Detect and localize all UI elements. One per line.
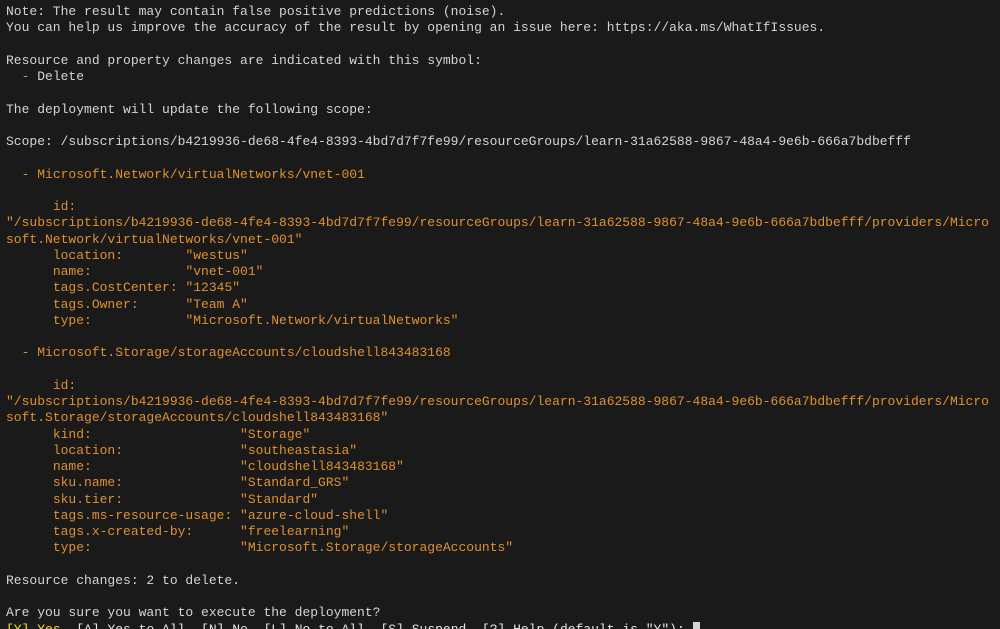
opt-s-label[interactable]: Suspend — [412, 622, 467, 629]
res1-p1-k: location: — [6, 443, 240, 458]
res1-p3-k: sku.name: — [6, 475, 240, 490]
opt-l-label[interactable]: No to All — [295, 622, 365, 629]
res0-p1-k: name: — [6, 264, 185, 279]
delete-label: Delete — [37, 69, 84, 84]
opt-s-key[interactable]: [S] — [365, 622, 412, 629]
res0-p0-v: "westus" — [185, 248, 247, 263]
opt-n-key[interactable]: [N] — [185, 622, 232, 629]
res1-p4-k: sku.tier: — [6, 492, 240, 507]
res0-p4-k: type: — [6, 313, 185, 328]
confirm-question: Are you sure you want to execute the dep… — [6, 605, 380, 620]
note-line2: You can help us improve the accuracy of … — [6, 20, 825, 35]
opt-y-key[interactable]: [Y] — [6, 622, 37, 629]
opt-l-key[interactable]: [L] — [248, 622, 295, 629]
cursor-icon[interactable] — [693, 622, 700, 629]
res0-p2-v: "12345" — [185, 280, 240, 295]
res1-dash: - — [6, 345, 37, 360]
res1-p7-v: "Microsoft.Storage/storageAccounts" — [240, 540, 513, 555]
res1-p5-k: tags.ms-resource-usage: — [6, 508, 240, 523]
res1-id-key: id: — [6, 378, 76, 393]
opt-n-label[interactable]: No — [232, 622, 248, 629]
res1-p3-v: "Standard_GRS" — [240, 475, 349, 490]
res1-p7-k: type: — [6, 540, 240, 555]
res0-p4-v: "Microsoft.Network/virtualNetworks" — [185, 313, 458, 328]
res1-p0-k: kind: — [6, 427, 240, 442]
res0-p0-k: location: — [6, 248, 185, 263]
res0-header: Microsoft.Network/virtualNetworks/vnet-0… — [37, 167, 365, 182]
res1-p6-v: "freelearning" — [240, 524, 349, 539]
scope-intro: The deployment will update the following… — [6, 102, 373, 117]
opt-help[interactable]: [?] Help (default is "Y"): — [466, 622, 692, 629]
opt-y-label[interactable]: Yes — [37, 622, 60, 629]
res1-p2-k: name: — [6, 459, 240, 474]
opt-a-label[interactable]: Yes to All — [107, 622, 185, 629]
res0-id-key: id: — [6, 199, 76, 214]
opt-a-key[interactable]: [A] — [61, 622, 108, 629]
res0-id-val: "/subscriptions/b4219936-de68-4fe4-8393-… — [6, 215, 989, 246]
terminal-output[interactable]: Note: The result may contain false posit… — [0, 0, 1000, 629]
scope-label: Scope: — [6, 134, 61, 149]
legend-intro: Resource and property changes are indica… — [6, 53, 482, 68]
res1-p6-k: tags.x-created-by: — [6, 524, 240, 539]
res0-p3-k: tags.Owner: — [6, 297, 185, 312]
delete-symbol: - — [6, 69, 37, 84]
res1-p2-v: "cloudshell843483168" — [240, 459, 404, 474]
res1-p4-v: "Standard" — [240, 492, 318, 507]
note-line1: Note: The result may contain false posit… — [6, 4, 505, 19]
res0-p1-v: "vnet-001" — [185, 264, 263, 279]
summary: Resource changes: 2 to delete. — [6, 573, 240, 588]
res0-dash: - — [6, 167, 37, 182]
res0-p3-v: "Team A" — [185, 297, 247, 312]
res1-p1-v: "southeastasia" — [240, 443, 357, 458]
scope-value: /subscriptions/b4219936-de68-4fe4-8393-4… — [61, 134, 911, 149]
res0-p2-k: tags.CostCenter: — [6, 280, 185, 295]
res1-p0-v: "Storage" — [240, 427, 310, 442]
res1-header: Microsoft.Storage/storageAccounts/clouds… — [37, 345, 450, 360]
res1-p5-v: "azure-cloud-shell" — [240, 508, 388, 523]
res1-id-val: "/subscriptions/b4219936-de68-4fe4-8393-… — [6, 394, 989, 425]
